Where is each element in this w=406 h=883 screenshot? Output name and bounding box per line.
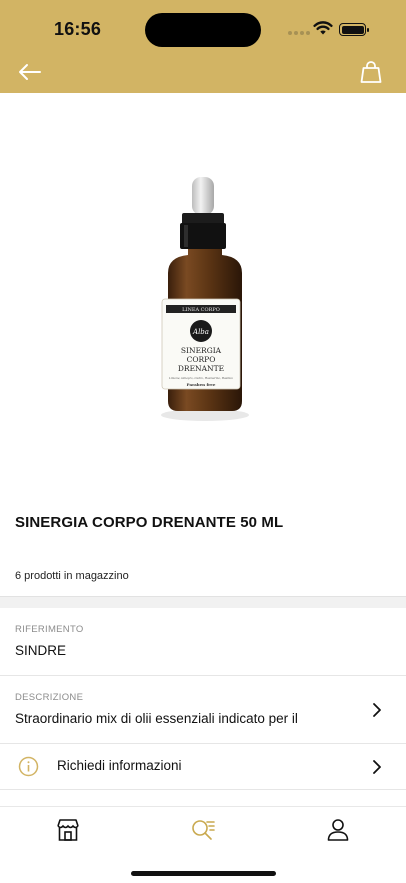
user-icon[interactable] (325, 817, 351, 843)
reference-label: RIFERIMENTO (15, 624, 84, 635)
reference-value: SINDRE (15, 643, 67, 658)
chevron-right-icon (373, 703, 381, 717)
shopping-bag-icon[interactable] (358, 58, 384, 86)
store-icon[interactable] (55, 817, 81, 843)
chevron-right-icon (373, 760, 381, 774)
status-time: 16:56 (54, 19, 102, 39)
label-name-line3: DRENANTE (178, 364, 224, 373)
description-label: DESCRIZIONE (15, 692, 84, 703)
label-brand-text: Alba (192, 328, 209, 336)
section-divider (0, 596, 406, 608)
label-ingredients-text: Limone, Ginepro, Cedro, Rosmarino, Basil… (168, 376, 233, 380)
stock-availability: 6 prodotti in magazzino (15, 570, 129, 582)
home-indicator (131, 871, 276, 876)
request-info-label: Richiedi informazioni (57, 758, 182, 773)
battery-icon (339, 23, 369, 36)
label-badge-text: Paraben free (187, 382, 216, 387)
label-line-text: LINEA CORPO (182, 307, 220, 313)
label-name-line2: CORPO (187, 355, 216, 364)
app-header: 16:56 (0, 0, 406, 93)
product-image: LINEA CORPO Alba SINERGIA CORPO DRENANTE… (161, 177, 249, 421)
description-row[interactable]: DESCRIZIONE Straordinario mix di olii es… (0, 676, 406, 744)
back-arrow-icon[interactable] (16, 60, 44, 84)
search-list-icon[interactable] (190, 817, 216, 843)
cellular-signal-icon (288, 31, 310, 35)
label-name-line1: SINERGIA (181, 346, 222, 355)
reference-row: RIFERIMENTO SINDRE (0, 608, 406, 676)
dynamic-island (145, 13, 261, 47)
wifi-icon (313, 21, 333, 35)
description-value: Straordinario mix di olii essenziali ind… (15, 711, 298, 726)
info-icon (18, 756, 39, 777)
product-title: SINERGIA CORPO DRENANTE 50 ML (15, 514, 284, 531)
